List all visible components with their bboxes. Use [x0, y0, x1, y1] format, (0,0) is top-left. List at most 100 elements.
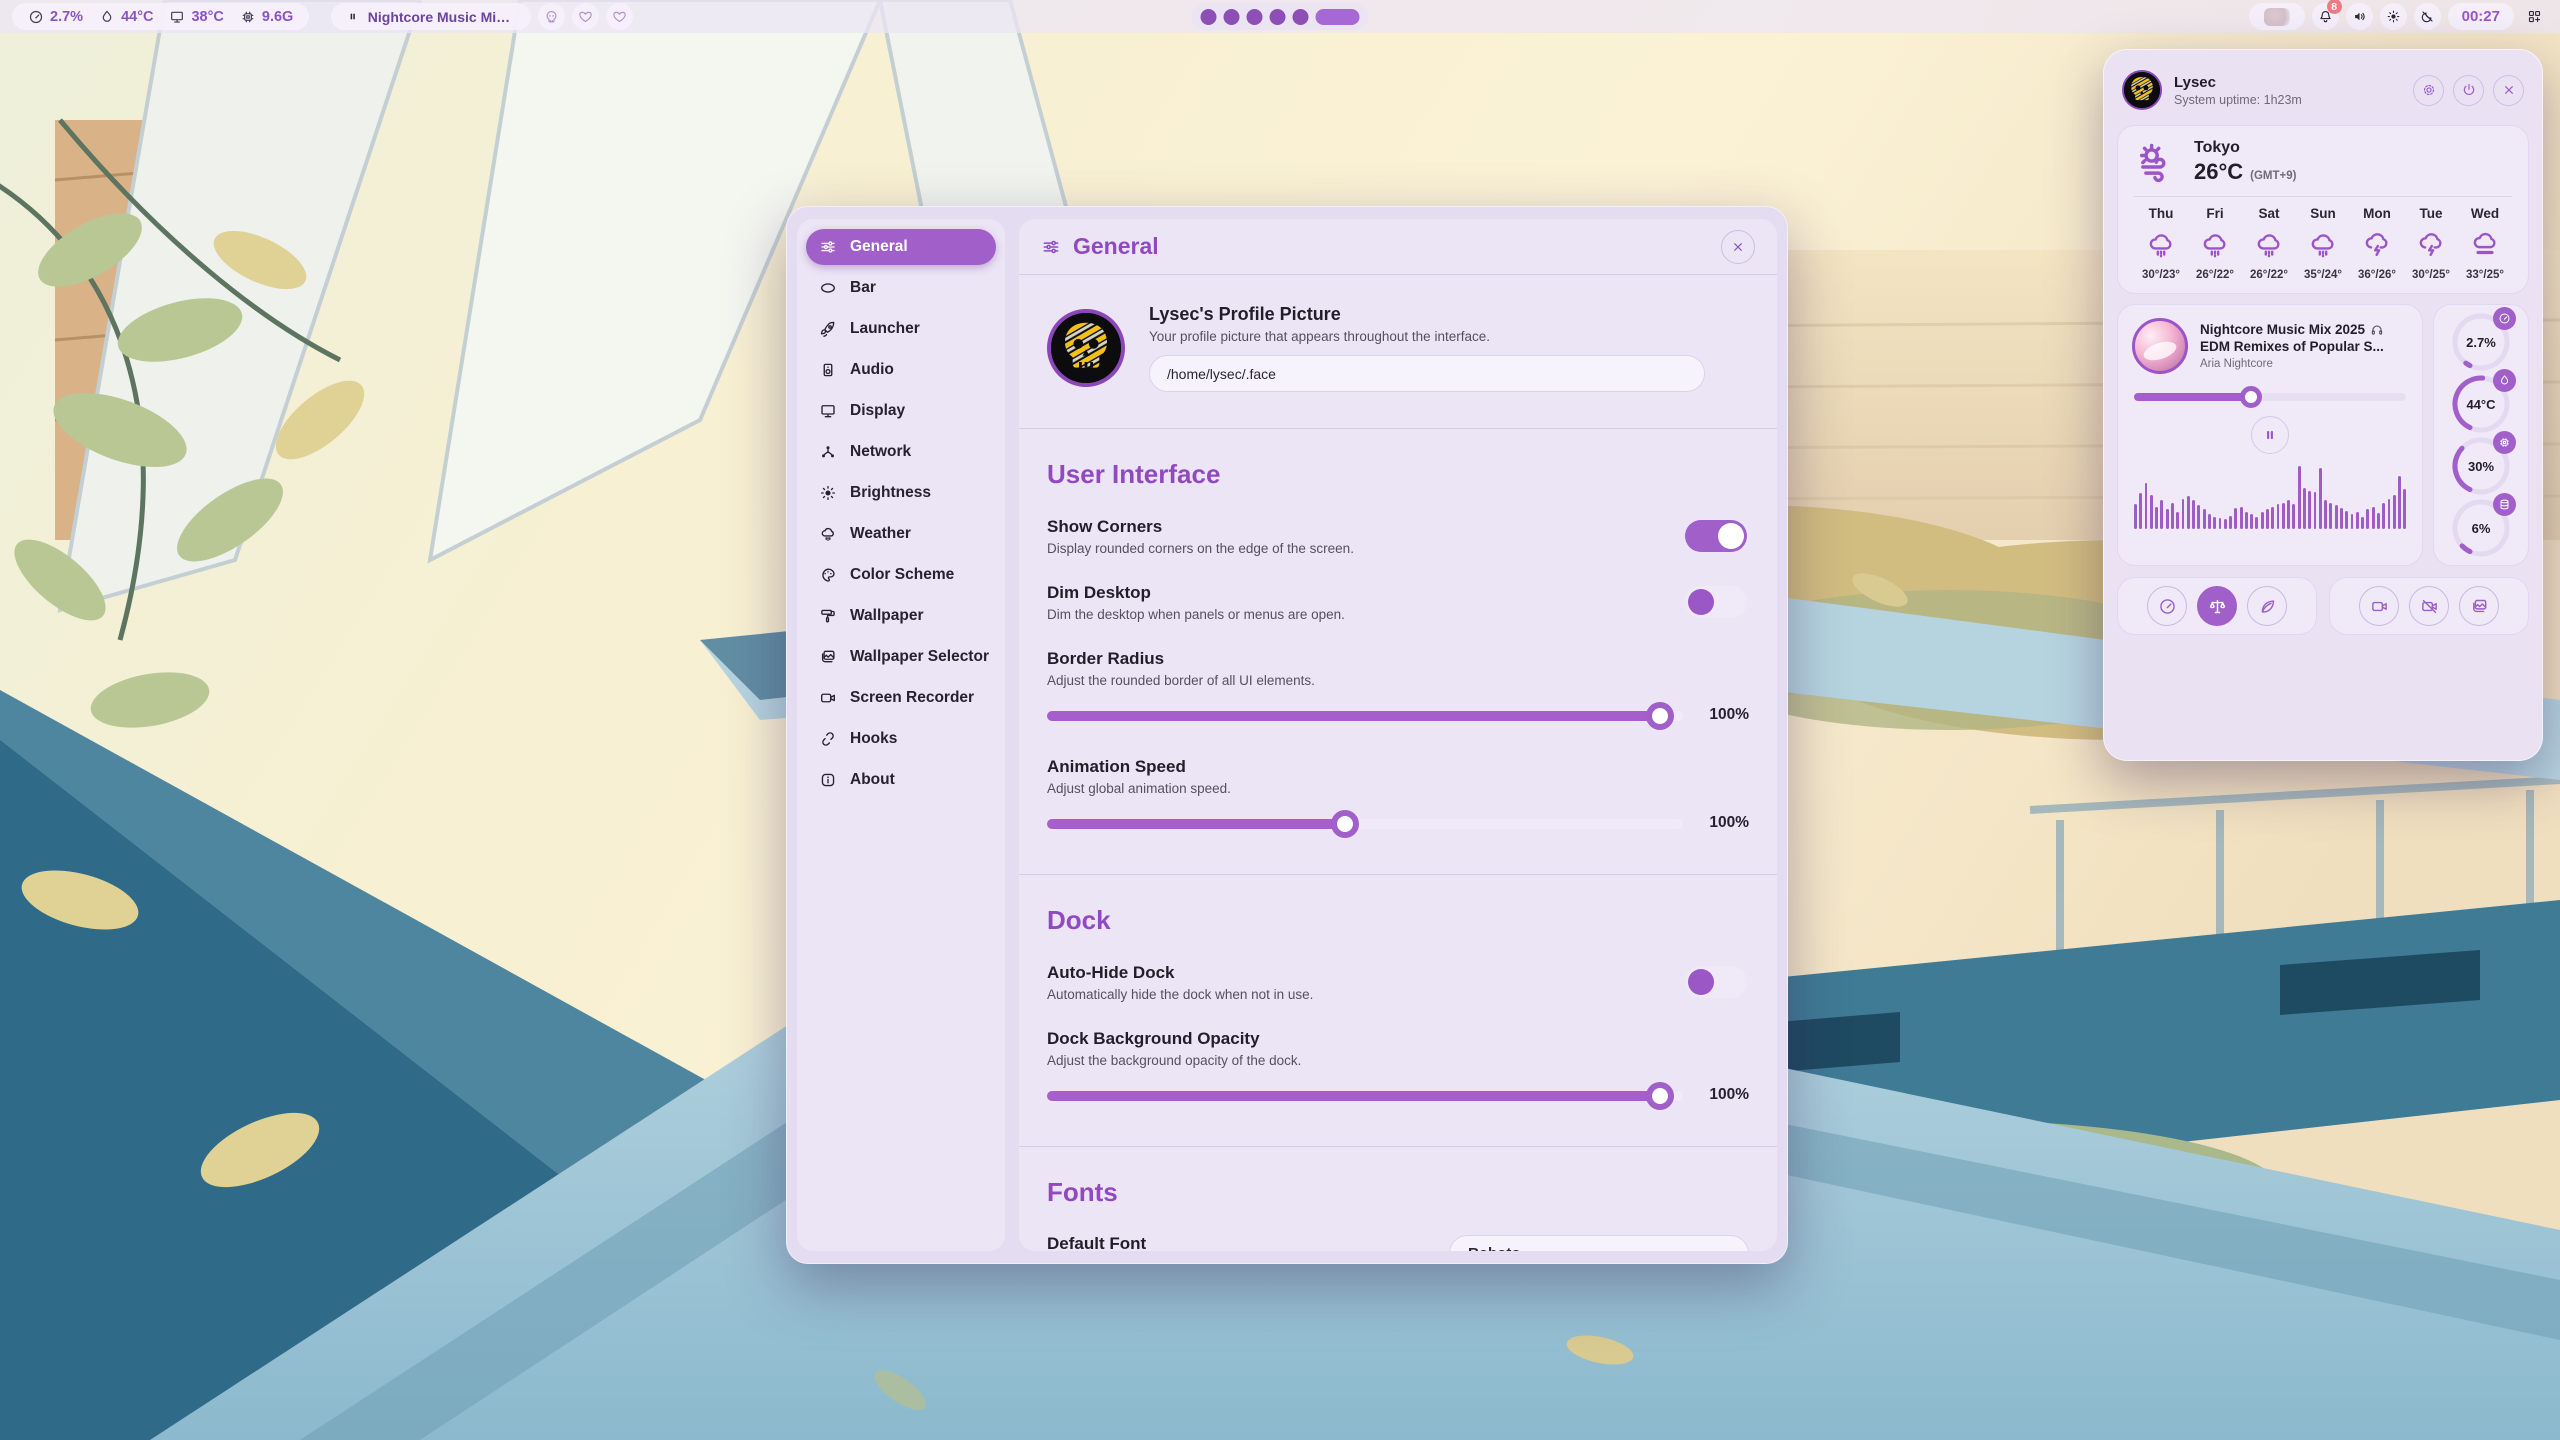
palette-icon [819, 566, 837, 584]
bar-heart-button[interactable] [606, 3, 633, 30]
visualizer-bar [2192, 500, 2195, 529]
sidebar-item-launcher[interactable]: Launcher [806, 311, 996, 347]
sidebar-item-general[interactable]: General [806, 229, 996, 265]
bar-skull-button[interactable] [538, 3, 565, 30]
media-progress-slider[interactable] [2132, 386, 2408, 408]
default-font-dropdown[interactable]: Roboto [1449, 1235, 1749, 1251]
sidebar-item-hooks[interactable]: Hooks [806, 721, 996, 757]
wallpaper-button[interactable] [2459, 586, 2499, 626]
visualizer-bar [2292, 504, 2295, 529]
show-corners-toggle[interactable] [1685, 520, 1747, 552]
workspace-dot-5[interactable] [1293, 9, 1309, 25]
visualizer-bar [2277, 504, 2280, 529]
power-profile-performance-button[interactable] [2147, 586, 2187, 626]
forecast-day-wed: Wed 33°/25° [2458, 206, 2512, 281]
power-profile-power-saver-button[interactable] [2247, 586, 2287, 626]
volume-button[interactable] [2346, 3, 2373, 30]
visualizer-bar [2271, 507, 2274, 529]
network-icon [819, 443, 837, 461]
sidebar-item-display[interactable]: Display [806, 393, 996, 429]
power-profile-balanced-button[interactable] [2197, 586, 2237, 626]
visualizer-bar [2319, 468, 2322, 529]
forecast-day-thu: Thu 30°/23° [2134, 206, 2188, 281]
notifications-button[interactable]: 8 [2312, 3, 2339, 30]
sidebar-item-network[interactable]: Network [806, 434, 996, 470]
sidebar-item-audio[interactable]: Audio [806, 352, 996, 388]
sidebar-item-weather[interactable]: Weather [806, 516, 996, 552]
sidebar-item-brightness[interactable]: Brightness [806, 475, 996, 511]
dim-desktop-toggle[interactable] [1685, 586, 1747, 618]
sidebar-item-color-scheme[interactable]: Color Scheme [806, 557, 996, 593]
auto-hide-dock-toggle[interactable] [1685, 966, 1747, 998]
tray-app-button[interactable] [2249, 3, 2305, 30]
media-player-card: Nightcore Music Mix 2025 EDM Remixes of … [2117, 304, 2423, 566]
setting-label: Dock Background Opacity [1047, 1029, 1749, 1049]
slider-knob[interactable] [1646, 1082, 1674, 1110]
workspace-indicator[interactable] [1192, 3, 1369, 30]
workspace-dot-2[interactable] [1224, 9, 1240, 25]
sidebar-item-bar[interactable]: Bar [806, 270, 996, 306]
dock-opacity-slider[interactable] [1047, 1091, 1683, 1101]
system-stats-pill[interactable]: 2.7%44°C38°C9.6G [12, 3, 309, 30]
panel-settings-button[interactable] [2413, 75, 2444, 106]
workspace-dot-1[interactable] [1201, 9, 1217, 25]
pause-button[interactable] [2251, 416, 2289, 454]
gear-icon [2421, 82, 2437, 98]
visualizer-bar [2224, 519, 2227, 529]
sliders-icon [819, 238, 837, 256]
sidebar-item-screen-recorder[interactable]: Screen Recorder [806, 680, 996, 716]
panel-header: Lysec System uptime: 1h23m [2117, 63, 2529, 117]
brightness-button[interactable] [2380, 3, 2407, 30]
visualizer-bar [2255, 517, 2258, 529]
visualizer-bar [2150, 495, 2153, 529]
close-button[interactable] [1721, 230, 1755, 264]
video-icon [819, 689, 837, 707]
visualizer-bar [2134, 504, 2137, 529]
profile-avatar[interactable] [1047, 309, 1125, 387]
overview-button[interactable] [2521, 3, 2548, 30]
utility-button-group [2329, 577, 2529, 635]
visualizer-bar [2372, 507, 2375, 529]
workspace-dot-6[interactable] [1316, 9, 1360, 25]
weather-condition-icon [2134, 139, 2180, 185]
divider [1019, 874, 1777, 875]
visualizer-bar [2335, 505, 2338, 529]
visualizer-bar [2340, 508, 2343, 529]
slider-knob[interactable] [1646, 702, 1674, 730]
profile-row: Lysec's Profile Picture Your profile pic… [1047, 304, 1749, 392]
bar-media-pill[interactable]: Nightcore Music Mix 20... [331, 3, 531, 30]
visualizer-bar [2160, 500, 2163, 529]
setting-row-animation-speed: Animation Speed Adjust global animation … [1047, 757, 1749, 838]
slider-knob[interactable] [1331, 810, 1359, 838]
panel-power-button[interactable] [2453, 75, 2484, 106]
panel-close-button[interactable] [2493, 75, 2524, 106]
screen-record-off-button[interactable] [2409, 586, 2449, 626]
sidebar-item-about[interactable]: About [806, 762, 996, 798]
animation-speed-slider[interactable] [1047, 819, 1683, 829]
clock[interactable]: 00:27 [2448, 3, 2514, 30]
visualizer-bar [2187, 496, 2190, 529]
forecast-day-sat: Sat 26°/22° [2242, 206, 2296, 281]
bar-heart-button[interactable] [572, 3, 599, 30]
visualizer-bar [2213, 517, 2216, 529]
visualizer-bar [2298, 466, 2301, 529]
visualizer-bar [2155, 507, 2158, 529]
profile-path-input[interactable] [1149, 355, 1705, 392]
sidebar-item-wallpaper[interactable]: Wallpaper [806, 598, 996, 634]
heart-icon [578, 9, 593, 24]
media-progress-knob[interactable] [2240, 386, 2262, 408]
settings-scroll-area[interactable]: Lysec's Profile Picture Your profile pic… [1019, 276, 1777, 1251]
night-light-off-button[interactable] [2414, 3, 2441, 30]
workspace-dot-4[interactable] [1270, 9, 1286, 25]
dropdown-value: Roboto [1468, 1245, 1520, 1251]
chip-badge-icon [2493, 431, 2516, 454]
visualizer-bar [2324, 500, 2327, 529]
sidebar-item-wallpaper-selector[interactable]: Wallpaper Selector [806, 639, 996, 675]
top-bar: 2.7%44°C38°C9.6G Nightcore Music Mix 20.… [0, 0, 2560, 33]
setting-row-dim-desktop: Dim Desktop Dim the desktop when panels … [1047, 583, 1749, 622]
info-icon [819, 771, 837, 789]
screen-record-button[interactable] [2359, 586, 2399, 626]
workspace-dot-3[interactable] [1247, 9, 1263, 25]
border-radius-slider[interactable] [1047, 711, 1683, 721]
section-title-dock: Dock [1047, 905, 1749, 936]
